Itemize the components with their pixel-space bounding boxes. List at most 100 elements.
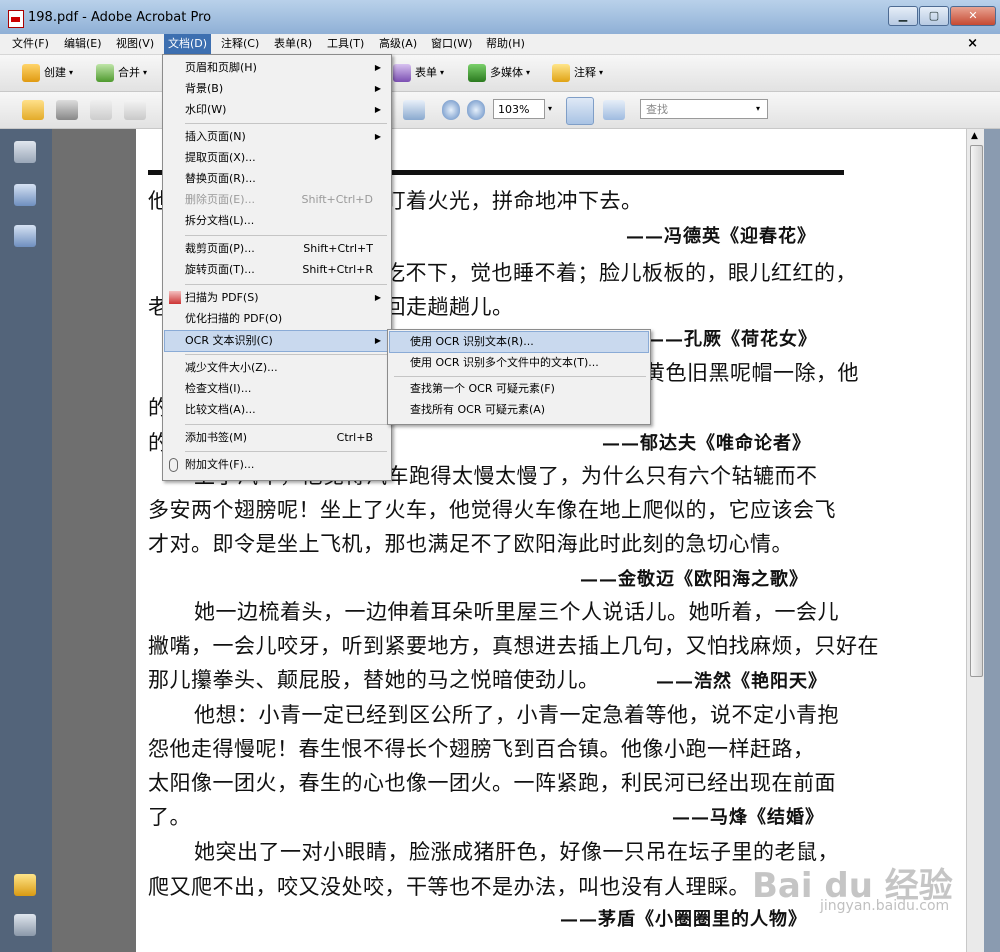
page-source: ——冯德英《迎春花》 — [626, 226, 816, 247]
zoom-in-icon[interactable] — [467, 100, 485, 120]
comment-label: 注释 — [574, 66, 596, 79]
page-line: 太阳像一团火，春生的心也像一团火。一阵紧跑，利民河已经出现在前面 — [148, 771, 836, 795]
page-line: 她一边梳着头，一边伸着耳朵听里屋三个人说话儿。她听着，一会儿 — [194, 600, 839, 624]
fit-page-icon[interactable] — [603, 100, 625, 120]
chevron-down-icon: ▾ — [599, 68, 604, 77]
open-folder-icon[interactable] — [22, 100, 44, 120]
menu-item-insert-pages[interactable]: 插入页面(N) ▶ — [165, 127, 389, 147]
close-button[interactable]: ✕ — [950, 6, 996, 26]
menu-separator — [185, 123, 387, 124]
menu-item-label: 背景(B) — [185, 82, 224, 95]
menu-item-rotate-pages[interactable]: 旋转页面(T)... Shift+Ctrl+R — [165, 260, 389, 280]
document-menu: 页眉和页脚(H) ▶ 背景(B) ▶ 水印(W) ▶ 插入页面(N) ▶ 提取页面(X)… — [162, 54, 392, 481]
menu-item-replace-pages[interactable]: 替换页面(R)... — [165, 169, 389, 189]
signatures-panel-icon[interactable] — [14, 225, 36, 247]
combine-button[interactable]: 合并 ▾ — [96, 62, 147, 84]
menu-separator — [185, 451, 387, 452]
combine-label: 合并 — [118, 66, 140, 79]
menu-item-examine-document[interactable]: 检查文档(I)... — [165, 379, 389, 399]
menu-forms[interactable]: 表单(R) — [270, 34, 316, 54]
chevron-down-icon[interactable]: ▾ — [548, 104, 552, 113]
submenu-arrow-icon: ▶ — [374, 336, 381, 345]
menu-item-find-all-suspects[interactable]: 查找所有 OCR 可疑元素(A) — [390, 400, 648, 420]
menu-item-find-first-suspect[interactable]: 查找第一个 OCR 可疑元素(F) — [390, 379, 648, 399]
menu-item-compare-documents[interactable]: 比较文档(A)... — [165, 400, 389, 420]
comment-button[interactable]: 注释 ▾ — [552, 62, 603, 84]
page-source: ——郁达夫《唯命论者》 — [602, 433, 811, 454]
menu-item-reduce-file-size[interactable]: 减少文件大小(Z)... — [165, 358, 389, 378]
scroll-up-icon[interactable]: ▲ — [971, 131, 978, 141]
maximize-button[interactable]: ▢ — [919, 6, 949, 26]
search-input[interactable]: 查找 — [640, 99, 768, 119]
menu-view[interactable]: 视图(V) — [112, 34, 158, 54]
page-line: 黄色旧黑呢帽一除，他 — [644, 361, 859, 385]
menu-advanced[interactable]: 高级(A) — [375, 34, 421, 54]
menu-item-label: 页眉和页脚(H) — [185, 61, 257, 74]
scanner-icon — [169, 291, 181, 304]
page-line: 才对。即令是坐上飞机，那也满足不了欧阳海此时此刻的急切心情。 — [148, 532, 793, 556]
page-line: 多安两个翅膀呢！坐上了火车，他觉得火车像在地上爬似的，它应该会飞 — [148, 498, 836, 522]
zoom-level-field[interactable]: 103% — [493, 99, 545, 119]
menu-item-watermark[interactable]: 水印(W) ▶ — [165, 100, 389, 120]
menu-item-recognize-text[interactable]: 使用 OCR 识别文本(R)... — [389, 331, 649, 353]
menu-item-crop-pages[interactable]: 裁剪页面(P)... Shift+Ctrl+T — [165, 239, 389, 259]
menu-item-label: 查找所有 OCR 可疑元素(A) — [410, 403, 546, 416]
create-label: 创建 — [44, 66, 66, 79]
menu-item-label: 裁剪页面(P)... — [185, 242, 255, 255]
forms-button[interactable]: 表单 ▾ — [393, 62, 444, 84]
menu-item-header-footer[interactable]: 页眉和页脚(H) ▶ — [165, 58, 389, 78]
email-icon[interactable] — [124, 100, 146, 120]
menu-item-recognize-multiple-files[interactable]: 使用 OCR 识别多个文件中的文本(T)... — [390, 353, 648, 373]
vertical-scrollbar[interactable]: ▲ — [966, 129, 985, 952]
chevron-down-icon[interactable]: ▾ — [756, 104, 760, 113]
menu-item-shortcut: Shift+Ctrl+D — [301, 193, 373, 206]
navigation-pane — [0, 129, 52, 952]
menu-item-extract-pages[interactable]: 提取页面(X)... — [165, 148, 389, 168]
paperclip-icon — [169, 458, 178, 472]
page-source: ——孔厥《荷花女》 — [646, 329, 817, 350]
menu-item-shortcut: Ctrl+B — [336, 431, 373, 444]
menu-item-ocr[interactable]: OCR 文本识别(C) ▶ — [164, 330, 390, 352]
menu-item-label: 扫描为 PDF(S) — [185, 291, 259, 304]
create-button[interactable]: 创建 ▾ — [22, 62, 73, 84]
document-close-icon[interactable]: × — [967, 36, 978, 51]
menu-help[interactable]: 帮助(H) — [482, 34, 529, 54]
submenu-arrow-icon: ▶ — [374, 293, 381, 302]
zoom-out-icon[interactable] — [442, 100, 460, 120]
print-icon[interactable] — [56, 100, 78, 120]
chevron-down-icon: ▾ — [440, 68, 445, 77]
menu-item-background[interactable]: 背景(B) ▶ — [165, 79, 389, 99]
menu-window[interactable]: 窗口(W) — [427, 34, 476, 54]
fit-width-icon[interactable] — [566, 97, 594, 125]
menu-comment[interactable]: 注释(C) — [217, 34, 263, 54]
multimedia-button[interactable]: 多媒体 ▾ — [468, 62, 530, 84]
menu-item-split-document[interactable]: 拆分文档(L)... — [165, 211, 389, 231]
menu-item-label: 使用 OCR 识别多个文件中的文本(T)... — [410, 356, 599, 369]
menu-separator — [394, 376, 646, 377]
menu-item-delete-pages[interactable]: 删除页面(E)... Shift+Ctrl+D — [165, 190, 389, 210]
attachments-paperclip-icon[interactable] — [14, 914, 36, 936]
menu-item-label: 比较文档(A)... — [185, 403, 256, 416]
save-icon[interactable] — [90, 100, 112, 120]
menu-file[interactable]: 文件(F) — [8, 34, 53, 54]
menu-bar: 文件(F) 编辑(E) 视图(V) 文档(D) 注释(C) 表单(R) 工具(T… — [0, 34, 1000, 55]
forms-icon — [393, 64, 411, 82]
page-source: ——茅盾《小圈圈里的人物》 — [560, 909, 807, 930]
minimize-button[interactable]: ▁ — [888, 6, 918, 26]
bookmarks-panel-icon[interactable] — [14, 184, 36, 206]
comments-panel-icon[interactable] — [14, 874, 36, 896]
menu-edit[interactable]: 编辑(E) — [60, 34, 106, 54]
menu-document[interactable]: 文档(D) — [164, 34, 212, 54]
menu-item-label: 附加文件(F)... — [185, 458, 255, 471]
menu-separator — [185, 235, 387, 236]
zoom-tool-icon[interactable] — [403, 100, 425, 120]
submenu-arrow-icon: ▶ — [374, 63, 381, 72]
menu-item-attach-file[interactable]: 附加文件(F)... — [165, 455, 389, 475]
menu-item-add-bookmark[interactable]: 添加书签(M) Ctrl+B — [165, 428, 389, 448]
scrollbar-thumb[interactable] — [970, 145, 983, 677]
menu-item-scan-to-pdf[interactable]: 扫描为 PDF(S) ▶ — [165, 288, 389, 308]
menu-item-optimize-scanned-pdf[interactable]: 优化扫描的 PDF(O) — [165, 309, 389, 329]
pages-panel-icon[interactable] — [14, 141, 36, 163]
menu-tools[interactable]: 工具(T) — [323, 34, 368, 54]
menu-separator — [185, 354, 387, 355]
